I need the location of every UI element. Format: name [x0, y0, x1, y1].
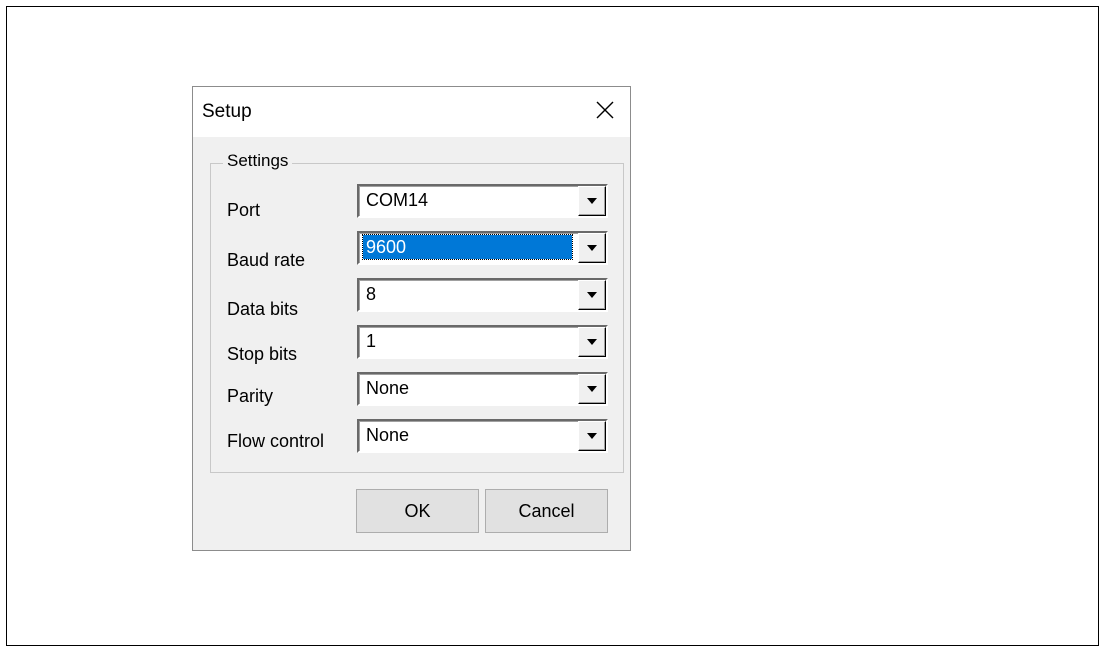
parity-dropdown-button[interactable] — [578, 374, 606, 404]
data-bits-label: Data bits — [227, 299, 299, 319]
chevron-down-icon — [587, 386, 597, 392]
baud-rate-dropdown-button[interactable] — [578, 233, 606, 263]
stop-bits-value: 1 — [366, 331, 377, 351]
cancel-button[interactable]: Cancel — [485, 489, 608, 533]
port-value: COM14 — [366, 190, 429, 210]
chevron-down-icon — [587, 245, 597, 251]
close-icon — [596, 101, 614, 119]
dialog-title: Setup — [202, 101, 252, 122]
baud-rate-label: Baud rate — [227, 250, 306, 270]
stop-bits-label: Stop bits — [227, 344, 298, 364]
baud-rate-select[interactable]: 9600 — [357, 231, 608, 265]
setup-dialog: Setup Settings Port COM14 Baud rate 9600… — [192, 86, 631, 551]
port-select[interactable]: COM14 — [357, 184, 608, 218]
data-bits-value: 8 — [366, 284, 377, 304]
chevron-down-icon — [587, 292, 597, 298]
ok-button[interactable]: OK — [356, 489, 479, 533]
baud-rate-value: 9600 — [362, 234, 573, 260]
chevron-down-icon — [587, 198, 597, 204]
chevron-down-icon — [587, 339, 597, 345]
title-bar: Setup — [193, 87, 630, 137]
close-button[interactable] — [580, 87, 630, 137]
settings-group-label: Settings — [223, 151, 293, 171]
flow-control-label: Flow control — [227, 431, 325, 451]
parity-label: Parity — [227, 386, 274, 406]
port-label: Port — [227, 200, 261, 220]
stop-bits-select[interactable]: 1 — [357, 325, 608, 359]
chevron-down-icon — [587, 433, 597, 439]
port-dropdown-button[interactable] — [578, 186, 606, 216]
parity-value: None — [366, 378, 410, 398]
data-bits-dropdown-button[interactable] — [578, 280, 606, 310]
flow-control-dropdown-button[interactable] — [578, 421, 606, 451]
stop-bits-dropdown-button[interactable] — [578, 327, 606, 357]
data-bits-select[interactable]: 8 — [357, 278, 608, 312]
parity-select[interactable]: None — [357, 372, 608, 406]
flow-control-value: None — [366, 425, 410, 445]
flow-control-select[interactable]: None — [357, 419, 608, 453]
